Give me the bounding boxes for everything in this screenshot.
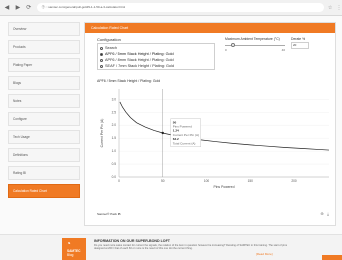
browser-toolbar: ◀ ▶ ⟳ ⓵ ◌ samtec.com/general/pull-gold/9… — [0, 0, 342, 16]
y-tick-label: 1.0 — [112, 149, 117, 153]
derate-label: Derate % — [291, 37, 306, 41]
y-tick-label: 0.0 — [112, 175, 117, 179]
radio-icon — [100, 64, 103, 68]
rss-icon: ◔ — [66, 239, 71, 248]
x-tick-label: 100 — [204, 179, 210, 183]
sidebar-item-definitions[interactable]: Definitions — [8, 148, 80, 162]
config-option-label: APF6 / 5mm Stack Height / Plating: Gold — [105, 52, 174, 56]
read-more-link[interactable]: [Read More] — [256, 252, 273, 256]
ambient-min: 0 — [225, 48, 227, 52]
x-axis-label: Pins Powered — [214, 185, 235, 189]
feedback-tab[interactable] — [322, 255, 342, 260]
chart-footer: Samtec® Pack IB ⊕ ⤓ — [97, 208, 331, 220]
ambient-temperature-label: Maximum Ambient Temperature (°C) — [225, 37, 280, 41]
y-tick-label: 0.5 — [112, 162, 117, 166]
back-icon[interactable]: ◀ — [3, 4, 11, 12]
sidebar-item-plating-paper[interactable]: Plating Paper — [8, 58, 80, 72]
config-option-label: Search — [105, 46, 118, 50]
address-bar[interactable]: ⓵ ◌ samtec.com/general/pull-gold/9-1-1-5… — [36, 3, 325, 12]
y-tick-label: 2.0 — [112, 123, 117, 127]
blog-logo[interactable]: ◔ SAMTEC Blog — [62, 238, 86, 260]
sidebar-item-notes[interactable]: Notes — [8, 94, 80, 108]
config-option-label: SEAF / 7mm Stack Height / Plating: Gold — [105, 64, 175, 68]
y-tick-label: 3.0 — [112, 97, 117, 101]
star-icon[interactable]: ☆ — [327, 5, 333, 11]
blog-banner: ◔ SAMTEC Blog INFORMATION ON OUR SUPER-B… — [0, 234, 342, 260]
panel-header: Calculation Rated Chart — [85, 23, 335, 33]
ambient-slider-thumb[interactable] — [231, 43, 235, 47]
series-name: Samtec® Pack IB — [97, 212, 121, 216]
download-icon[interactable]: ⤓ — [325, 211, 331, 217]
sidebar: Overview Products Plating Paper Blogs No… — [8, 22, 80, 202]
hover-marker — [161, 131, 164, 135]
chart-area: APF6 / 5mm Stack Height / Plating: Gold … — [97, 79, 331, 191]
ambient-slider-track[interactable] — [225, 43, 285, 47]
calculator-panel: Calculation Rated Chart Configuration Se… — [84, 22, 336, 226]
derate-input[interactable]: 20 — [291, 42, 309, 49]
sidebar-item-configure[interactable]: Configure — [8, 112, 80, 126]
x-tick-label: 50 — [161, 179, 165, 183]
sidebar-item-blogs[interactable]: Blogs — [8, 76, 80, 90]
sidebar-item-overview[interactable]: Overview — [8, 22, 80, 36]
config-option-seaf-7mm[interactable]: SEAF / 7mm Stack Height / Plating: Gold — [100, 63, 212, 69]
derate-control: Derate % 20 — [291, 37, 329, 49]
search-radio-icon — [100, 46, 103, 50]
blog-logo-line2: Blog — [67, 253, 74, 257]
ambient-temperature-control: Maximum Ambient Temperature (°C) 0 40 — [225, 37, 285, 52]
y-tick-label: 1.5 — [112, 136, 117, 140]
series-line — [119, 101, 330, 151]
ambient-slider-ticks: 0 40 — [225, 48, 285, 52]
ambient-max: 40 — [281, 48, 285, 52]
y-axis-label: Current Per Pin (A) — [100, 119, 104, 148]
configuration-list: Search APF6 / 5mm Stack Height / Plating… — [97, 43, 215, 70]
reload-icon[interactable]: ⟳ — [25, 4, 33, 12]
forward-icon[interactable]: ▶ — [14, 4, 22, 12]
x-tick-label: 0 — [118, 179, 120, 183]
x-tick-label: 150 — [248, 179, 254, 183]
y-tick-label: 2.5 — [112, 110, 117, 114]
blog-text: Do you need more sales contact for curre… — [94, 244, 287, 251]
config-option-label: APF6 / 8mm Stack Height / Plating: Gold — [105, 58, 174, 62]
sidebar-item-rated-chart[interactable]: Calculation Rated Chart — [8, 184, 80, 198]
page: Overview Products Plating Paper Blogs No… — [0, 16, 342, 260]
radio-icon — [100, 58, 103, 62]
tooltip-line: Total Current (A) — [173, 141, 196, 145]
configuration-group: Configuration Search APF6 / 5mm Stack He… — [97, 37, 217, 70]
radio-selected-icon — [100, 52, 103, 56]
menu-icon[interactable]: ⋮ — [336, 5, 342, 11]
x-tick-label: 200 — [291, 179, 297, 183]
sidebar-item-tech-usage[interactable]: Tech Usage — [8, 130, 80, 144]
blog-title: INFORMATION ON OUR SUPER-BOND LOFT — [94, 239, 170, 243]
sidebar-item-products[interactable]: Products — [8, 40, 80, 54]
chart-svg: 0.0 0.5 1.0 1.5 2.0 2.5 3.0 0 50 100 150 200 Pins Po… — [100, 89, 330, 189]
configuration-label: Configuration — [97, 37, 121, 42]
sidebar-item-rating[interactable]: Rating BI — [8, 166, 80, 180]
